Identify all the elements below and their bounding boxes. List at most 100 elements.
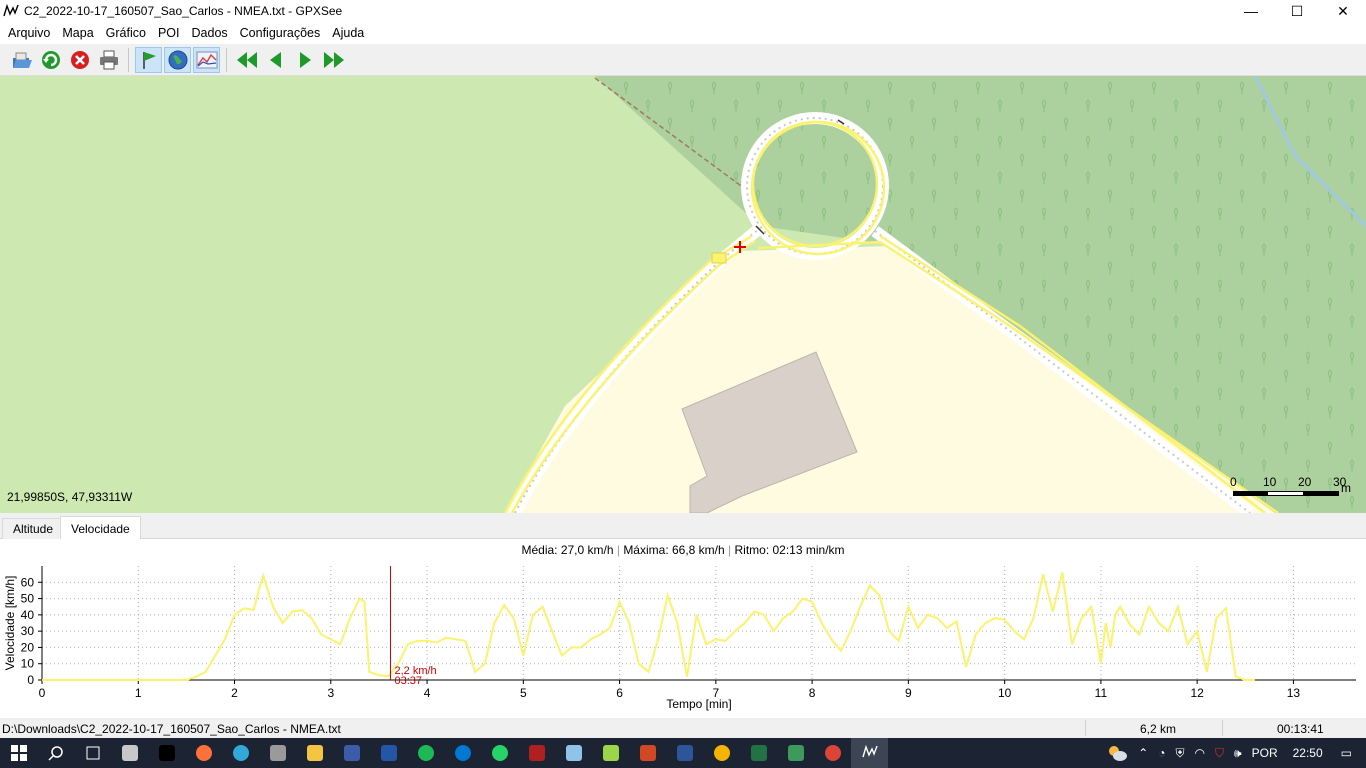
y-tick-label: 40 (21, 608, 35, 622)
chrome-2-icon (824, 745, 841, 761)
menu-mapa[interactable]: Mapa (56, 26, 99, 40)
taskbar: ⌃ ◔ ⛨ ◠ ⛉ 🕪 POR 22:50 ▭ (0, 738, 1366, 768)
powerpoint-icon (639, 745, 656, 761)
globe-icon (168, 50, 187, 69)
show-map-button[interactable] (164, 46, 191, 73)
edge-icon (232, 745, 249, 761)
scale-label-10: 10 (1263, 475, 1277, 489)
status-file-path: D:\Downloads\C2_2022-10-17_160507_Sao_Ca… (2, 722, 341, 736)
stat-ritmo: Ritmo: 02:13 min/km (734, 543, 845, 557)
menu-ajuda[interactable]: Ajuda (326, 26, 370, 40)
skype-icon (454, 745, 471, 761)
taskbar-app-red[interactable] (518, 738, 555, 768)
weather-icon[interactable] (1101, 744, 1133, 762)
x-tick-label: 10 (998, 686, 1012, 700)
menu-bar: Arquivo Mapa Gráfico POI Dados Configura… (0, 22, 1366, 44)
taskbar-start[interactable] (0, 738, 37, 768)
taskbar-powershell[interactable] (370, 738, 407, 768)
notepad-plus-icon (602, 745, 619, 761)
taskbar-file-explorer[interactable] (296, 738, 333, 768)
x-tick-label: 12 (1190, 686, 1204, 700)
taskbar-photos[interactable] (259, 738, 296, 768)
y-tick-label: 0 (27, 673, 34, 687)
x-tick-label: 2 (231, 686, 238, 700)
menu-grafico[interactable]: Gráfico (100, 26, 152, 40)
menu-poi[interactable]: POI (152, 26, 186, 40)
taskbar-task-view[interactable] (74, 738, 111, 768)
tab-altitude[interactable]: Altitude (2, 518, 65, 539)
folder-open-icon (12, 52, 32, 68)
toolbar-separator (128, 47, 129, 72)
show-graph-button[interactable] (193, 46, 220, 73)
taskbar-settings[interactable] (111, 738, 148, 768)
title-bar: C2_2022-10-17_160507_Sao_Carlos - NMEA.t… (0, 0, 1366, 22)
reload-button[interactable] (37, 47, 64, 73)
graph-tabs: Altitude Velocidade (0, 513, 1366, 540)
taskbar-notepad[interactable] (555, 738, 592, 768)
taskbar-excel[interactable] (740, 738, 777, 768)
taskbar-chrome-2[interactable] (814, 738, 851, 768)
next-button[interactable] (291, 47, 318, 73)
menu-dados[interactable]: Dados (186, 26, 234, 40)
mcafee-icon[interactable]: ⛉ (1210, 746, 1229, 761)
menu-arquivo[interactable]: Arquivo (2, 26, 56, 40)
flag-icon (142, 51, 156, 69)
taskbar-edge[interactable] (222, 738, 259, 768)
taskbar-spotify[interactable] (407, 738, 444, 768)
y-tick-label: 10 (21, 657, 35, 671)
prev-icon (269, 51, 281, 68)
last-button[interactable] (320, 47, 347, 73)
prev-button[interactable] (262, 47, 289, 73)
wifi-icon[interactable]: ◠ (1190, 746, 1210, 760)
taskbar-whatsapp[interactable] (481, 738, 518, 768)
tab-velocidade[interactable]: Velocidade (60, 516, 141, 540)
taskbar-notepad-plus[interactable] (592, 738, 629, 768)
show-poi-button[interactable] (135, 46, 162, 73)
volume-icon[interactable]: 🕪 (1229, 746, 1247, 761)
x-tick-label: 13 (1287, 686, 1301, 700)
chevron-up-icon[interactable]: ⌃ (1133, 746, 1153, 760)
taskbar-terminal[interactable] (148, 738, 185, 768)
print-button[interactable] (95, 47, 122, 73)
taskbar-chrome[interactable] (703, 738, 740, 768)
search-icon (47, 745, 64, 761)
minimize-button[interactable]: — (1228, 0, 1274, 22)
taskbar-firefox[interactable] (185, 738, 222, 768)
chrome-icon (713, 745, 730, 761)
file-explorer-icon (306, 745, 323, 761)
last-icon (323, 51, 344, 68)
taskbar-word[interactable] (666, 738, 703, 768)
open-file-button[interactable] (8, 47, 35, 73)
language-indicator[interactable]: POR (1247, 746, 1283, 760)
maximize-button[interactable]: ☐ (1274, 0, 1320, 22)
network-icon[interactable]: ◔ (1153, 746, 1170, 760)
speed-chart: 0 1 2 3 4 5 6 7 8 9 10 11 12 13 0102030405060 2,2 km/… (3, 566, 1356, 711)
printer-icon (99, 50, 118, 69)
notepad-icon (565, 745, 582, 761)
close-file-button[interactable] (66, 47, 93, 73)
taskbar-calculator[interactable] (333, 738, 370, 768)
x-tick-label: 4 (424, 686, 431, 700)
scale-unit: m (1341, 481, 1351, 495)
menu-configuracoes[interactable]: Configurações (234, 26, 327, 40)
taskbar-powerpoint[interactable] (629, 738, 666, 768)
notification-icon[interactable]: ▭ (1333, 746, 1366, 760)
taskbar-skype[interactable] (444, 738, 481, 768)
calculator-icon (343, 745, 360, 761)
taskbar-search[interactable] (37, 738, 74, 768)
taskbar-gpxsee[interactable] (851, 738, 888, 768)
speed-series-line (42, 572, 1255, 681)
task-view-icon (85, 745, 101, 761)
close-button[interactable]: ✕ (1320, 0, 1366, 22)
track-start-marker (711, 252, 727, 264)
speed-graph[interactable]: Média: 27,0 km/h | Máxima: 66,8 km/h | R… (0, 539, 1366, 718)
first-button[interactable] (233, 47, 260, 73)
taskbar-app-green[interactable] (777, 738, 814, 768)
map-canvas (0, 76, 1366, 513)
map-view[interactable]: 21,99850S, 47,93311W 0 10 20 30 m (0, 76, 1366, 513)
graph-stats: Média: 27,0 km/h | Máxima: 66,8 km/h | R… (521, 543, 845, 557)
clock[interactable]: 22:50 (1283, 746, 1333, 760)
first-icon (236, 51, 257, 68)
next-icon (299, 51, 311, 68)
defender-icon[interactable]: ⛨ (1171, 746, 1190, 761)
